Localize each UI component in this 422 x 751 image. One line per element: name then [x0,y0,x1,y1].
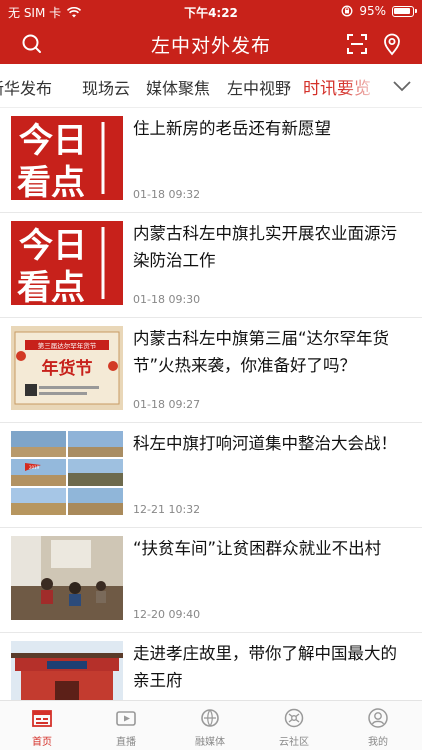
news-item[interactable]: 2019 科左中旗打响河道集中整治大会战！ 12-21 10:32 [0,423,422,528]
orientation-lock-icon [341,5,353,17]
nav-community[interactable]: 云社区 [252,701,336,751]
live-icon [116,711,136,726]
news-title: 住上新房的老岳还有新愿望 [133,119,331,138]
battery-percent: 95% [359,4,386,18]
thumb-banner-text: 第三届达尔罕年货节 [38,341,97,350]
nav-home-label: 首页 [32,737,52,748]
battery-icon [392,5,417,17]
news-item[interactable]: 走进孝庄故里，带你了解中国最大的亲王府 [0,633,422,700]
thumb-title-text: 年货节 [42,358,93,379]
thumb-jinri-line1: 今日 [19,226,87,266]
tab-fade [342,64,382,107]
nav-media[interactable]: 融媒体 [168,701,252,751]
nav-home[interactable]: 首页 [0,701,84,751]
news-item[interactable]: 第三届达尔罕年货节 年货节 内蒙古科左中旗第三届“达尔罕年货节”火热来袭，你准备… [0,318,422,423]
media-icon [201,709,219,727]
status-bar: 无 SIM 卡 下午4:22 95% [0,0,422,22]
scan-icon[interactable] [345,32,369,56]
thumb-flag-text: 2019 [29,465,40,470]
news-time: 12-20 09:40 [133,608,201,621]
news-thumbnail: 2019 [11,431,123,515]
news-item[interactable]: 今日 看点 内蒙古科左中旗扎实开展农业面源污染防治工作 01-18 09:30 [0,213,422,318]
tab-meiti[interactable]: 媒体聚焦 [146,75,210,99]
tab-xinhua[interactable]: 新华发布 [0,75,52,99]
news-thumbnail: 今日 看点 [11,116,123,200]
thumb-jinri-line2: 看点 [17,268,85,305]
news-time: 12-21 10:32 [133,503,201,516]
nav-live[interactable]: 直播 [84,701,168,751]
news-title: 科左中旗打响河道集中整治大会战！ [133,434,397,453]
nav-community-label: 云社区 [279,737,309,748]
thumb-jinri-line2: 看点 [17,163,85,200]
channel-tabs: 新华发布 现场云 媒体聚焦 左中视野 时讯要览 [0,64,422,108]
chevron-down-icon[interactable] [388,72,416,100]
news-list: 今日 看点 住上新房的老岳还有新愿望 01-18 09:32 今日 看点 内蒙古… [0,108,422,700]
news-title: “扶贫车间”让贫困群众就业不出村 [133,539,382,558]
news-thumbnail: 今日 看点 [11,221,123,305]
news-thumbnail [11,536,123,620]
news-title: 内蒙古科左中旗扎实开展农业面源污染防治工作 [133,224,397,270]
news-thumbnail [11,641,123,700]
news-time: 01-18 09:32 [133,188,201,201]
thumb-jinri-line1: 今日 [19,121,87,161]
nav-live-label: 直播 [116,737,136,748]
location-icon[interactable] [380,32,404,56]
news-item[interactable]: 今日 看点 住上新房的老岳还有新愿望 01-18 09:32 [0,108,422,213]
app-header: 左中对外发布 [0,22,422,64]
news-time: 01-18 09:27 [133,398,201,411]
news-thumbnail: 第三届达尔罕年货节 年货节 [11,326,123,410]
tab-zuozhong[interactable]: 左中视野 [227,75,291,99]
news-time: 01-18 09:30 [133,293,201,306]
bottom-navigation: 首页 直播 融媒体 云社区 我的 [0,700,422,750]
profile-icon [368,708,388,728]
news-title: 内蒙古科左中旗第三届“达尔罕年货节”火热来袭，你准备好了吗？ [133,329,390,375]
news-title: 走进孝庄故里，带你了解中国最大的亲王府 [133,644,397,690]
nav-profile-label: 我的 [368,737,388,748]
tab-xianchangyun[interactable]: 现场云 [82,75,130,99]
community-icon [284,708,304,728]
home-icon [32,710,52,727]
nav-profile[interactable]: 我的 [336,701,420,751]
nav-media-label: 融媒体 [195,737,225,748]
news-item[interactable]: “扶贫车间”让贫困群众就业不出村 12-20 09:40 [0,528,422,633]
